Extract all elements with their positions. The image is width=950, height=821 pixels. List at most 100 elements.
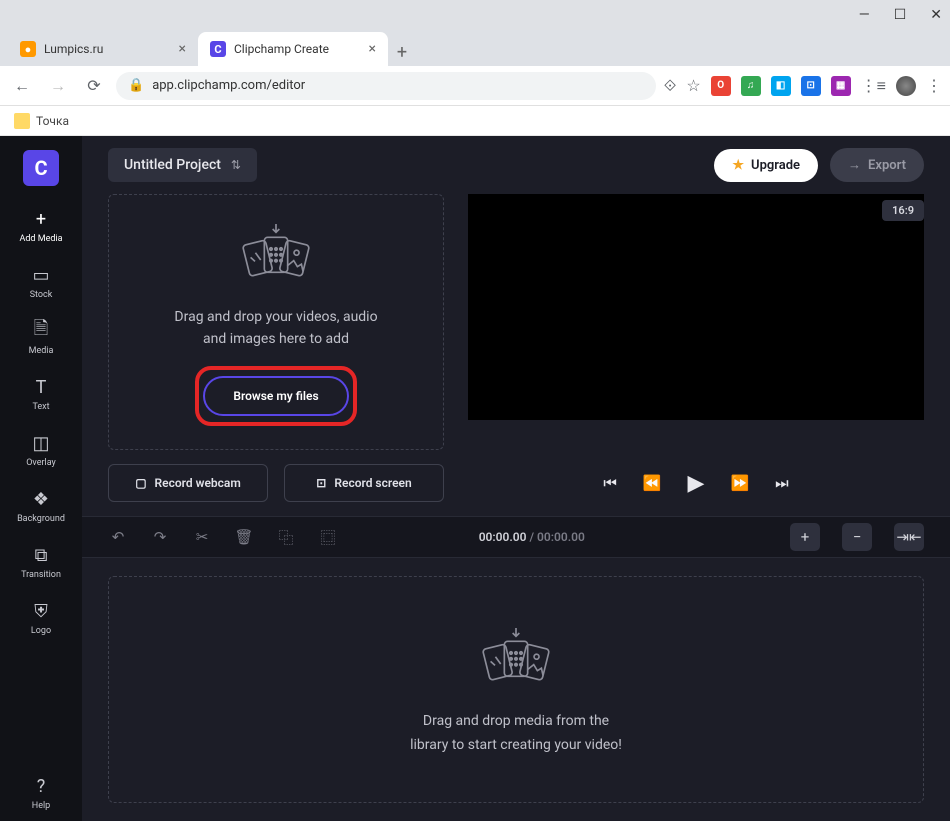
browser-tab-active[interactable]: C Clipchamp Create × — [198, 32, 388, 66]
sync-icon: ⇅ — [231, 158, 241, 172]
bookmark-folder-icon — [14, 113, 30, 129]
tab-title: Clipchamp Create — [234, 42, 329, 56]
undo-button[interactable]: ↶ — [108, 528, 128, 546]
sidebar-label: Overlay — [26, 458, 56, 468]
export-label: Export — [868, 158, 906, 173]
sidebar-item-logo[interactable]: ⛨ Logo — [0, 590, 82, 646]
close-tab-icon[interactable]: × — [369, 41, 376, 57]
sidebar-label: Stock — [30, 290, 53, 300]
aspect-ratio-badge[interactable]: 16:9 — [882, 200, 924, 221]
timeline-toolbar: ↶ ↷ ✂ 🗑 ⿻ ⿴ 00:00.00 / 00:00.00 + − ⇥⇤ — [82, 516, 950, 558]
translate-icon[interactable]: ⟐ — [664, 76, 677, 96]
copy-button[interactable]: ⿻ — [276, 527, 296, 548]
sidebar-item-background[interactable]: ❖ Background — [0, 478, 82, 534]
play-button[interactable]: ▶ — [688, 471, 705, 496]
favicon-icon: ● — [20, 41, 36, 57]
main: Untitled Project ⇅ ★ Upgrade → Export — [82, 136, 950, 821]
avatar-icon[interactable] — [896, 76, 916, 96]
extension-icon[interactable]: ▦ — [831, 76, 851, 96]
sidebar-label: Media — [29, 346, 54, 356]
media-panel: Drag and drop your videos, audio and ima… — [108, 194, 444, 450]
sidebar-item-overlay[interactable]: ◫ Overlay — [0, 422, 82, 478]
skip-end-button[interactable]: ⏭ — [775, 474, 789, 492]
shield-icon: ⛨ — [30, 600, 52, 622]
redo-button[interactable]: ↷ — [150, 528, 170, 546]
timeline-time: 00:00.00 / 00:00.00 — [479, 530, 585, 544]
reading-list-icon[interactable]: ⋮≡ — [861, 76, 886, 96]
sidebar-item-text[interactable]: T Text — [0, 366, 82, 422]
dropzone-text: Drag and drop your videos, audio and ima… — [174, 306, 377, 351]
overlay-icon: ◫ — [30, 432, 52, 454]
sidebar-label: Logo — [31, 626, 51, 636]
rewind-button[interactable]: ⏪ — [643, 474, 662, 492]
extension-icon[interactable]: ♫ — [741, 76, 761, 96]
sidebar-item-add-media[interactable]: + Add Media — [0, 198, 82, 254]
project-title-text: Untitled Project — [124, 157, 221, 173]
extension-icon[interactable]: ◧ — [771, 76, 791, 96]
favicon-icon: C — [210, 41, 226, 57]
forward-button[interactable]: ⏩ — [730, 474, 749, 492]
highlight-annotation: Browse my files — [195, 366, 356, 426]
media-cards-icon — [466, 622, 566, 694]
record-screen-button[interactable]: ⊡ Record screen — [284, 464, 444, 502]
fit-button[interactable]: ⇥⇤ — [894, 523, 924, 551]
skip-start-button[interactable]: ⏮ — [603, 474, 617, 492]
upper-panel: Drag and drop your videos, audio and ima… — [108, 194, 924, 450]
help-icon: ? — [30, 775, 52, 797]
export-button[interactable]: → Export — [830, 148, 924, 182]
back-button[interactable]: ← — [8, 72, 36, 100]
reload-button[interactable]: ⟳ — [80, 72, 108, 100]
url-field[interactable]: 🔒 app.clipchamp.com/editor — [116, 72, 656, 100]
plus-icon: + — [30, 208, 52, 230]
sidebar-item-transition[interactable]: ⧉ Transition — [0, 534, 82, 590]
lock-icon: 🔒 — [128, 78, 144, 93]
stock-icon: ▭ — [30, 264, 52, 286]
sidebar-label: Add Media — [19, 234, 62, 244]
timeline-dropzone[interactable]: Drag and drop media from the library to … — [108, 576, 924, 803]
sidebar-label: Text — [32, 402, 49, 412]
tab-strip: ● Lumpics.ru × C Clipchamp Create × + — [0, 30, 950, 66]
layers-icon: ❖ — [30, 488, 52, 510]
forward-button[interactable]: → — [44, 72, 72, 100]
app-logo[interactable]: C — [23, 150, 59, 186]
window-controls: — ☐ ✕ — [0, 0, 950, 30]
screen-icon: ⊡ — [316, 476, 326, 490]
project-title[interactable]: Untitled Project ⇅ — [108, 148, 257, 182]
webcam-icon: ▢ — [135, 476, 146, 490]
zoom-in-button[interactable]: + — [790, 523, 820, 551]
close-window-button[interactable]: ✕ — [930, 7, 942, 23]
menu-icon[interactable]: ⋮ — [926, 76, 942, 95]
extension-icon[interactable]: ⊡ — [801, 76, 821, 96]
text-icon: T — [30, 376, 52, 398]
delete-button[interactable]: 🗑 — [234, 528, 254, 546]
url-text: app.clipchamp.com/editor — [152, 78, 305, 93]
cut-button[interactable]: ✂ — [192, 528, 212, 546]
new-tab-button[interactable]: + — [388, 38, 416, 66]
sidebar-item-stock[interactable]: ▭ Stock — [0, 254, 82, 310]
star-icon[interactable]: ☆ — [686, 76, 700, 95]
browse-files-button[interactable]: Browse my files — [203, 376, 348, 416]
bookmark-item[interactable]: Точка — [36, 114, 69, 128]
address-bar: ← → ⟳ 🔒 app.clipchamp.com/editor ⟐ ☆ O ♫… — [0, 66, 950, 106]
duplicate-button[interactable]: ⿴ — [318, 527, 338, 548]
preview-panel: 16:9 — [468, 194, 924, 450]
upgrade-button[interactable]: ★ Upgrade — [714, 149, 818, 182]
extension-icons: ⟐ ☆ O ♫ ◧ ⊡ ▦ ⋮≡ ⋮ — [664, 76, 942, 96]
sidebar-item-help[interactable]: ? Help — [0, 765, 82, 821]
minimize-button[interactable]: — — [859, 7, 870, 23]
star-icon: ★ — [732, 158, 744, 173]
sidebar-label: Help — [32, 801, 50, 811]
sidebar-item-media[interactable]: 🗎 Media — [0, 310, 82, 366]
browser-tab-inactive[interactable]: ● Lumpics.ru × — [8, 32, 198, 66]
preview-canvas — [468, 194, 924, 420]
media-dropzone[interactable]: Drag and drop your videos, audio and ima… — [108, 194, 444, 450]
timeline-text: Drag and drop media from the library to … — [410, 710, 622, 758]
arrow-right-icon: → — [848, 157, 861, 173]
topbar: Untitled Project ⇅ ★ Upgrade → Export — [82, 136, 950, 194]
record-webcam-button[interactable]: ▢ Record webcam — [108, 464, 268, 502]
close-tab-icon[interactable]: × — [179, 41, 186, 57]
maximize-button[interactable]: ☐ — [894, 7, 907, 23]
extension-icon[interactable]: O — [711, 76, 731, 96]
file-icon: 🗎 — [30, 320, 52, 342]
zoom-out-button[interactable]: − — [842, 523, 872, 551]
